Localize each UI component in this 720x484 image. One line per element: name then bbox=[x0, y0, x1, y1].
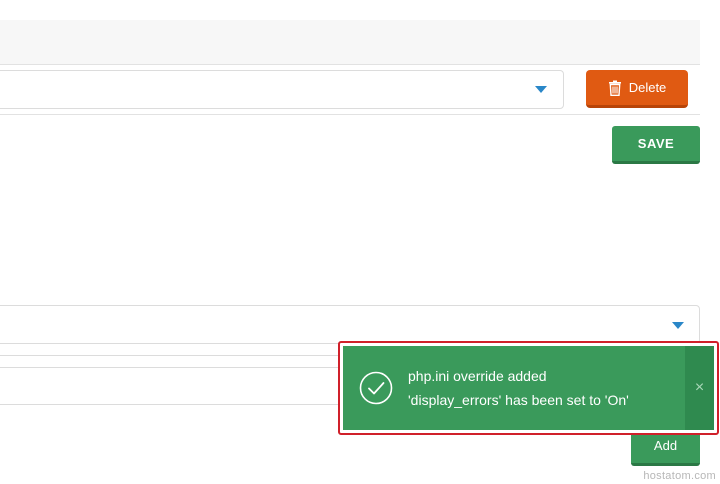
delete-button[interactable]: Delete bbox=[586, 70, 688, 108]
divider bbox=[0, 64, 700, 65]
toast-message: 'display_errors' has been set to 'On' bbox=[408, 392, 629, 408]
close-icon[interactable]: × bbox=[685, 346, 714, 430]
check-circle-icon bbox=[359, 371, 393, 405]
toast-content: php.ini override added 'display_errors' … bbox=[408, 364, 685, 412]
watermark: hostatom.com bbox=[643, 470, 716, 482]
trash-icon bbox=[608, 80, 622, 96]
success-toast: php.ini override added 'display_errors' … bbox=[343, 346, 714, 430]
save-button[interactable]: SAVE bbox=[612, 126, 700, 164]
page: Delete SAVE Add php.ini override added '… bbox=[0, 0, 720, 484]
header-bar bbox=[0, 20, 700, 64]
chevron-down-icon bbox=[535, 86, 547, 93]
input-field[interactable] bbox=[0, 343, 345, 356]
value-select[interactable] bbox=[0, 305, 700, 344]
input-field[interactable] bbox=[0, 367, 345, 405]
toast-title: php.ini override added bbox=[408, 368, 547, 384]
override-select[interactable] bbox=[0, 70, 564, 109]
chevron-down-icon bbox=[672, 322, 684, 329]
toast-close-symbol: × bbox=[694, 379, 705, 396]
add-button-label: Add bbox=[653, 438, 678, 453]
save-button-label: SAVE bbox=[637, 136, 675, 151]
delete-button-label: Delete bbox=[628, 80, 667, 95]
divider bbox=[0, 114, 700, 115]
